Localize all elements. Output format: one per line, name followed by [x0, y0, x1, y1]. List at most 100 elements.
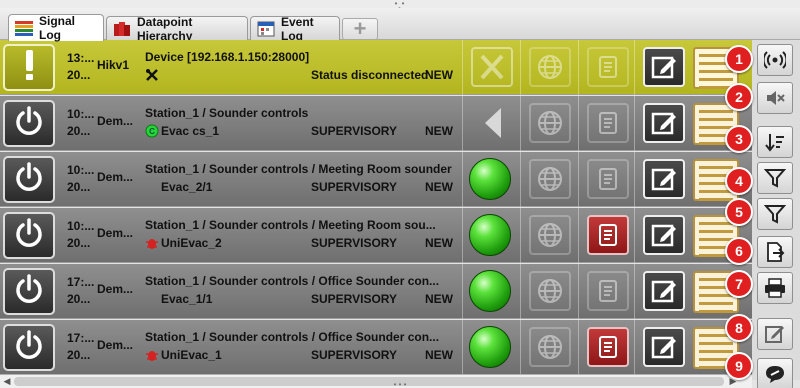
description-cell: Station_1 / Sounder controls / Office So… — [145, 330, 461, 365]
description-details: Evac_2/1 SUPERVISORY NEW — [145, 179, 461, 197]
toolbar-button[interactable] — [757, 126, 793, 158]
toolbar-button[interactable] — [757, 272, 793, 304]
filter-icon — [764, 203, 786, 225]
source-cell: Dem... — [97, 282, 134, 296]
table-row[interactable]: 10:... 20... Dem... Station_1 / Sounder con… — [0, 152, 752, 207]
status-button[interactable] — [3, 324, 55, 371]
globe-icon[interactable] — [529, 215, 571, 255]
time-line1: 10:... — [67, 219, 95, 233]
acknowledge-cell — [578, 152, 636, 207]
bottom-resize-grip[interactable]: • • • — [392, 381, 408, 388]
sort-icon — [764, 131, 786, 153]
datapoint-path: Station_1 / Sounder controls / Office So… — [145, 274, 440, 288]
state-text: NEW — [425, 236, 453, 250]
time-cell: 13:... 20... — [67, 50, 97, 84]
callout-marker: 8 — [725, 314, 753, 342]
date-line: 20... — [67, 68, 91, 82]
acknowledge-cell — [578, 208, 636, 263]
acknowledge-button[interactable] — [587, 271, 629, 311]
add-tab-button[interactable]: + — [342, 18, 378, 40]
date-line: 20... — [67, 348, 91, 362]
edit-button[interactable] — [643, 215, 685, 255]
edit-button[interactable] — [643, 103, 685, 143]
table-row[interactable]: 17:... 20... Dem... Station_1 / Sounder con… — [0, 320, 752, 375]
date-line: 20... — [67, 292, 91, 306]
tab-datapoint-hierarchy[interactable]: Datapoint Hierarchy — [106, 15, 248, 43]
power-icon — [12, 272, 46, 311]
edit-button[interactable] — [643, 327, 685, 367]
toolbar-button[interactable] — [757, 318, 793, 350]
status-button[interactable] — [3, 156, 55, 203]
globe-icon[interactable] — [529, 103, 571, 143]
power-icon — [12, 328, 46, 367]
edit-cell — [634, 320, 692, 375]
time-cell: 10:... 20... — [67, 106, 97, 140]
time-line1: 17:... — [67, 331, 95, 345]
status-button[interactable] — [3, 100, 55, 147]
object-name: Evac_1/1 — [161, 292, 213, 306]
time-cell: 17:... 20... — [67, 274, 97, 308]
object-name: Evac cs_1 — [161, 124, 220, 138]
toolbar-button[interactable] — [757, 82, 793, 114]
toolbar-button[interactable] — [757, 44, 793, 76]
comment-icon — [764, 363, 786, 385]
acknowledge-button[interactable] — [587, 47, 629, 87]
date-line: 20... — [67, 236, 91, 250]
status-text: SUPERVISORY — [311, 180, 398, 194]
table-row[interactable]: 10:... 20... Dem... Station_1 / Sounder con… — [0, 96, 752, 151]
edit-button[interactable] — [643, 47, 685, 87]
toolbar-button[interactable] — [757, 162, 793, 194]
print-icon — [764, 277, 786, 299]
tab-event-log[interactable]: Event Log — [250, 15, 340, 43]
time-cell: 10:... 20... — [67, 218, 97, 252]
event-log-icon — [257, 21, 275, 37]
mute-icon — [764, 87, 786, 109]
signal-log-window: • • • Signal Log Datapoint Hierarchy Eve… — [0, 0, 800, 388]
acknowledge-button[interactable] — [587, 215, 629, 255]
edit-cell — [634, 96, 692, 151]
status-ok-indicator — [469, 326, 511, 368]
globe-icon[interactable] — [529, 47, 571, 87]
tab-signal-log[interactable]: Signal Log — [8, 14, 104, 42]
tab-label: Signal Log — [39, 14, 76, 42]
status-text: Status disconnected — [311, 68, 429, 82]
status-button[interactable] — [3, 268, 55, 315]
acknowledge-button[interactable] — [587, 159, 629, 199]
edit-button[interactable] — [643, 271, 685, 311]
disabled-x-button[interactable] — [471, 47, 513, 87]
globe-icon[interactable] — [529, 271, 571, 311]
toolbar-button[interactable] — [757, 198, 793, 230]
globe-icon[interactable] — [529, 327, 571, 367]
acknowledge-button[interactable] — [587, 103, 629, 143]
arrow-left-icon — [471, 103, 513, 143]
tab-bar: Signal Log Datapoint Hierarchy Event Log… — [0, 8, 800, 43]
description-details: Evac_1/1 SUPERVISORY NEW — [145, 291, 461, 309]
table-row[interactable]: 10:... 20... Dem... Station_1 / Sounder con… — [0, 208, 752, 263]
locate-cell — [520, 152, 578, 207]
top-resize-grip[interactable]: • • • — [0, 0, 800, 13]
object-name: UniEvac_1 — [161, 348, 222, 362]
description-details: C Evac cs_1 SUPERVISORY NEW — [145, 123, 461, 141]
toolbar-button[interactable] — [757, 358, 793, 388]
object-name: Evac_2/1 — [161, 180, 213, 194]
status-button[interactable] — [3, 212, 55, 259]
scroll-left-icon[interactable]: ◀ — [1, 375, 13, 388]
status-button[interactable] — [3, 44, 55, 91]
edit-button[interactable] — [643, 159, 685, 199]
edit-cell — [634, 152, 692, 207]
source-cell: Dem... — [97, 226, 134, 240]
alarm-bug-icon — [145, 236, 159, 250]
locate-cell — [520, 264, 578, 319]
horizontal-scrollbar[interactable]: ◀ ▶ — [0, 374, 752, 388]
table-row[interactable]: 13:... 20... Hikv1 Device [192.168.1.150:28… — [0, 40, 752, 95]
toolbar-button[interactable] — [757, 236, 793, 268]
scroll-thumb[interactable] — [14, 377, 724, 386]
locate-cell — [520, 96, 578, 151]
description-cell: Station_1 / Sounder controls C Evac cs_1 SU… — [145, 106, 461, 141]
globe-icon[interactable] — [529, 159, 571, 199]
description-cell: Station_1 / Sounder controls / Meeting R… — [145, 162, 461, 197]
acknowledge-button[interactable] — [587, 327, 629, 367]
callout-marker: 2 — [725, 83, 753, 111]
table-row[interactable]: 17:... 20... Dem... Station_1 / Sounder con… — [0, 264, 752, 319]
edit-icon — [764, 323, 786, 345]
